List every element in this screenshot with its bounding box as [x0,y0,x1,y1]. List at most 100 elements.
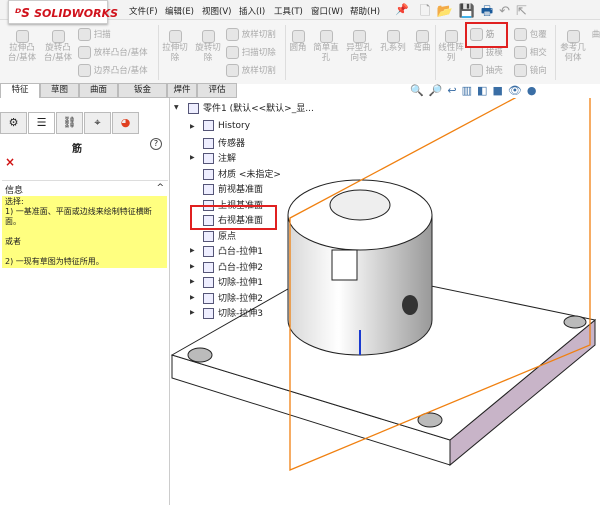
help-icon[interactable]: ? [150,138,162,150]
revolve-boss-button[interactable]: 旋转凸台/基体 [42,30,74,63]
fillet-icon [291,30,305,43]
expand-arrow[interactable]: ▶ [190,294,195,301]
feature-manager-tab[interactable]: ⚙ [0,112,27,134]
fillet-button[interactable]: 圆角 [287,30,309,53]
tab-sheet-metal[interactable]: 钣金 [118,83,167,98]
tree-item[interactable]: 传感器 [203,136,245,149]
menu-window[interactable]: 窗口(W) [311,5,343,17]
expand-arrow[interactable]: ▼ [174,104,179,111]
intersect-button[interactable]: 相交 [514,46,547,59]
loft-boss-button[interactable]: 放样凸台/基体 [78,46,148,59]
expand-arrow[interactable]: ▶ [190,309,195,316]
zoom-area-icon[interactable]: 🔎 [429,84,448,97]
flex-button[interactable]: 弯曲 [412,30,432,53]
reference-geometry-button[interactable]: 参考几何体 [560,30,586,63]
menu-tools[interactable]: 工具(T) [274,5,303,17]
manager-tabs: ⚙ ☰ ⛓ ⌖ ◕ [0,112,145,134]
shell-button[interactable]: 抽壳 [470,64,503,77]
tree-item[interactable]: 凸台-拉伸1 [203,244,263,257]
feature-icon [203,230,214,242]
slot [331,249,358,281]
menu-edit[interactable]: 编辑(E) [165,5,194,17]
extrude-cut-button[interactable]: 拉伸切除 [160,30,190,63]
dimxpert-tab[interactable]: ⌖ [84,112,111,134]
wrap-button[interactable]: 包覆 [514,28,547,41]
expand-arrow[interactable]: ▶ [190,263,195,270]
hole-wizard-icon [352,30,366,43]
loft-cut-icon [226,64,239,77]
hole-icon [319,30,333,43]
tab-surfaces[interactable]: 曲面 [79,83,118,98]
display-manager-tab[interactable]: ◕ [112,112,139,134]
hole-series-icon [386,30,400,43]
menu-file[interactable]: 文件(F) [129,5,158,17]
curves-button[interactable]: 曲 [590,30,600,40]
undo-icon[interactable]: ↶ [499,4,516,19]
boundary-boss-button[interactable]: 边界凸台/基体 [78,64,148,77]
info-line: 选择: [5,197,24,206]
tree-item[interactable]: 注解 [203,151,236,164]
hole-wizard-button[interactable]: 异型孔向导 [344,30,374,63]
feature-icon [203,168,214,180]
tab-weldments[interactable]: 焊件 [167,83,197,98]
mirror-icon [514,64,527,77]
save-icon[interactable]: 💾 [459,4,481,19]
intersect-icon [514,46,527,59]
info-line: 或者 [5,237,21,246]
section-view-icon[interactable]: ▥ [462,84,477,97]
sweep-icon [78,28,91,41]
tree-item[interactable]: 凸台-拉伸2 [203,260,263,273]
zoom-fit-icon[interactable]: 🔍 [410,84,429,97]
collapse-icon[interactable]: ^ [156,183,164,193]
new-icon[interactable]: 🗋 [420,4,436,19]
loft-cut-icon [226,28,239,41]
tab-evaluate[interactable]: 评估 [197,83,237,98]
view-orientation-icon[interactable]: ◧ [477,84,492,97]
expand-arrow[interactable]: ▶ [190,247,195,254]
tree-root[interactable]: 零件1 (默认<<默认>_显... [188,101,314,114]
pin-icon[interactable]: 📌 [395,3,409,16]
tree-item-label: 切除-拉伸3 [218,309,263,319]
part-icon: ⚙ [8,116,19,129]
revolve-cut-button[interactable]: 旋转切除 [193,30,223,63]
tree-item[interactable]: History [203,120,250,131]
expand-arrow[interactable]: ▶ [190,154,195,161]
tree-item[interactable]: 原点 [203,229,236,242]
sweep-cut-button[interactable]: 扫描切除 [226,46,276,59]
info-line: 1) 一基准面、平面或边线来绘制特征横断面。 [5,207,152,226]
cancel-icon[interactable]: × [5,155,15,169]
appearance-icon[interactable]: ● [527,84,542,97]
print-icon[interactable]: 🖶 [481,4,499,19]
tab-sketch[interactable]: 草图 [40,83,79,98]
command-tabs: 特征 草图 曲面 钣金 焊件 评估 [0,83,240,98]
menu-insert[interactable]: 插入(I) [239,5,265,17]
linear-pattern-button[interactable]: 线性阵列 [438,30,464,63]
hole-series-button[interactable]: 孔系列 [378,30,408,53]
loft-cut-button[interactable]: 放样切割 [226,28,276,41]
display-style-icon[interactable]: ■ [492,84,507,97]
info-section-header[interactable]: 信息 ^ [2,180,168,196]
expand-arrow[interactable]: ▶ [190,123,195,130]
tree-item[interactable]: 切除-拉伸2 [203,291,263,304]
tree-item[interactable]: 切除-拉伸1 [203,275,263,288]
tree-item[interactable]: 前视基准面 [203,182,263,195]
property-manager-tab[interactable]: ☰ [28,112,55,134]
tree-item[interactable]: 切除-拉伸3 [203,306,263,319]
sweep-button[interactable]: 扫描 [78,28,111,41]
menu-help[interactable]: 帮助(H) [350,5,380,17]
hide-show-icon[interactable]: 👁 [508,84,527,97]
select-icon[interactable]: ⇱ [516,4,533,19]
open-icon[interactable]: 📂 [436,4,458,19]
menu-view[interactable]: 视图(V) [202,5,231,17]
mirror-button[interactable]: 镜向 [514,64,547,77]
extrude-boss-button[interactable]: 拉伸凸台/基体 [6,30,38,63]
tree-item[interactable]: 材质 <未指定> [203,167,281,180]
loft-cut-button-2[interactable]: 放样切割 [226,64,276,77]
configuration-manager-tab[interactable]: ⛓ [56,112,83,134]
previous-view-icon[interactable]: ↩ [447,84,461,97]
hole [563,315,587,329]
tab-features[interactable]: 特征 [0,83,40,98]
simple-hole-button[interactable]: 简单直孔 [312,30,340,63]
expand-arrow[interactable]: ▶ [190,278,195,285]
property-manager-panel [0,98,170,505]
